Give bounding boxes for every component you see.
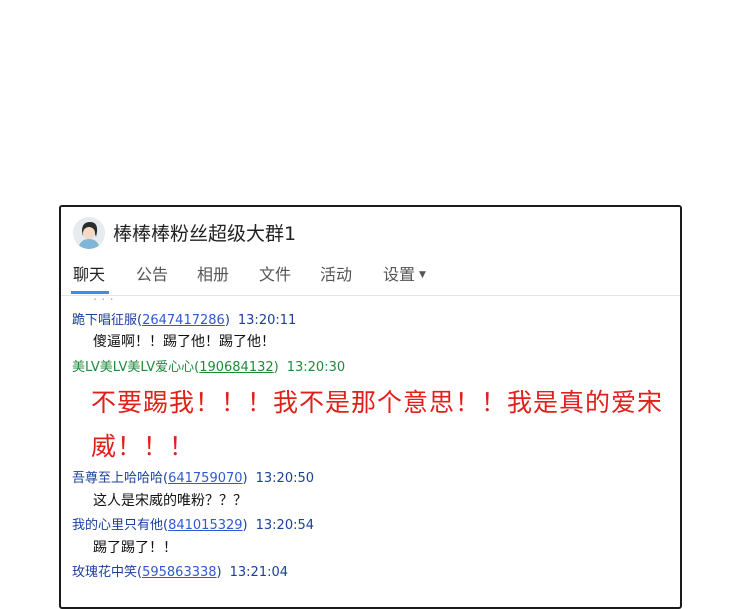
tab-activity[interactable]: 活动: [320, 261, 352, 285]
message-time: 13:20:30: [286, 360, 346, 375]
tab-settings[interactable]: 设置 ▼: [383, 261, 426, 285]
group-avatar-icon[interactable]: [73, 217, 105, 249]
message-sender: 我的心里只有他(841015329) 13:20:54: [72, 518, 315, 533]
message-sender: 跪下唱征服(2647417286) 13:20:11: [72, 313, 297, 328]
sender-qq-link[interactable]: 641759070: [168, 471, 242, 486]
message-time: 13:21:04: [229, 565, 289, 580]
message-text: 傻逼啊！！踢了他！踢了他！: [93, 334, 275, 350]
message-time: 13:20:54: [255, 518, 315, 533]
sender-qq-link[interactable]: 595863338: [142, 565, 216, 580]
caret-down-icon: ▼: [419, 270, 426, 280]
chat-header: 棒棒棒粉丝超级大群1 聊天 公告 相册 文件 活动 设置 ▼: [61, 207, 680, 297]
message-time: 13:20:11: [237, 313, 297, 328]
sender-qq-link[interactable]: 2647417286: [142, 313, 225, 328]
group-title: 棒棒棒粉丝超级大群1: [113, 223, 297, 245]
message-sender: 吾尊至上哈哈哈(641759070) 13:20:50: [72, 471, 315, 486]
header-divider: [61, 295, 680, 296]
tab-album[interactable]: 相册: [197, 261, 229, 285]
tab-announcement[interactable]: 公告: [136, 261, 168, 285]
tab-chat[interactable]: 聊天: [73, 261, 105, 285]
message-time: 13:20:50: [255, 471, 315, 486]
message-text: 踢了踢了！！: [93, 540, 177, 556]
message-sender: 美LV美LV美LV爱心心(190684132) 13:20:30: [72, 360, 346, 375]
chat-window: 棒棒棒粉丝超级大群1 聊天 公告 相册 文件 活动 设置 ▼ · · · 跪下唱征…: [59, 205, 682, 609]
message-sender: 玫瑰花中笑(595863338) 13:21:04: [72, 565, 289, 580]
message-text-highlight: 不要踢我！！！我不是那个意思！！我是真的爱宋威！！！: [91, 388, 664, 461]
active-tab-indicator: [71, 291, 109, 294]
sender-qq-link[interactable]: 841015329: [168, 518, 242, 533]
message-text: 这人是宋威的唯粉？？？: [93, 493, 247, 509]
message-list[interactable]: · · · 跪下唱征服(2647417286) 13:20:11 傻逼啊！！踢了他…: [61, 285, 680, 607]
tab-files[interactable]: 文件: [259, 261, 291, 285]
tab-settings-label: 设置: [383, 265, 416, 284]
sender-qq-link[interactable]: 190684132: [199, 360, 273, 375]
